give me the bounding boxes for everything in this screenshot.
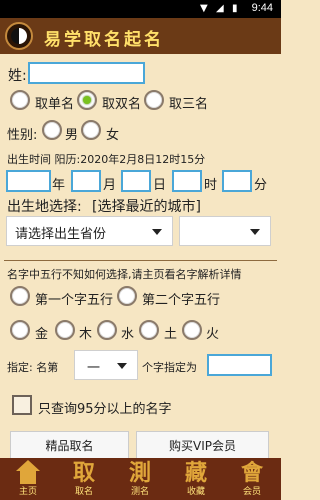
month-unit: 月 bbox=[103, 178, 117, 193]
chevron-down-icon bbox=[250, 229, 260, 235]
gender-label: 性别: bbox=[7, 128, 38, 143]
char-position-value: 一 bbox=[87, 361, 101, 376]
qu-glyph-icon: 取 bbox=[72, 460, 95, 486]
chevron-down-icon bbox=[152, 229, 162, 235]
province-select[interactable]: 请选择出生省份 bbox=[6, 216, 173, 246]
tab-test-name-label: 测名 bbox=[130, 487, 149, 497]
tab-test-name[interactable]: 測 测名 bbox=[112, 458, 168, 500]
radio-male[interactable] bbox=[42, 120, 62, 140]
surname-input[interactable] bbox=[28, 62, 145, 84]
tab-naming[interactable]: 取 取名 bbox=[56, 458, 112, 500]
wifi-icon: ▼ bbox=[200, 3, 208, 14]
tab-home-label: 主页 bbox=[18, 487, 37, 497]
year-unit: 年 bbox=[52, 178, 66, 193]
city-select[interactable] bbox=[179, 216, 271, 246]
label-double-name: 取双名 bbox=[102, 97, 142, 112]
home-icon bbox=[15, 460, 41, 486]
province-select-text: 请选择出生省份 bbox=[15, 227, 107, 242]
app-header: 易学取名起名 bbox=[0, 18, 281, 54]
label-female: 女 bbox=[106, 128, 120, 143]
radio-triple-name[interactable] bbox=[144, 90, 164, 110]
label-element-water: 水 bbox=[121, 327, 135, 342]
day-unit: 日 bbox=[153, 178, 167, 193]
recent-city-link[interactable]: [选择最近的城市] bbox=[92, 196, 201, 216]
bottom-tab-bar: 主页 取 取名 測 测名 藏 收藏 會 会员 bbox=[0, 458, 281, 500]
divider bbox=[4, 260, 277, 261]
specified-char-input[interactable] bbox=[207, 354, 272, 376]
app-title: 易学取名起名 bbox=[44, 30, 164, 50]
signal-icon: ◢ bbox=[216, 3, 224, 14]
radio-element-wood[interactable] bbox=[55, 320, 75, 340]
minute-unit: 分 bbox=[254, 178, 268, 193]
birthplace-label: 出生地选择: bbox=[7, 199, 82, 215]
only-95-label: 只查询95分以上的名字 bbox=[38, 402, 172, 417]
wuxing-hint: 名字中五行不知如何选择,请主页看名字解析详情 bbox=[7, 268, 242, 281]
month-input[interactable] bbox=[71, 170, 101, 192]
tab-naming-label: 取名 bbox=[74, 487, 93, 497]
only-95-checkbox[interactable] bbox=[12, 395, 32, 415]
char-position-select[interactable]: 一 bbox=[74, 350, 138, 380]
label-element-metal: 金 bbox=[35, 327, 49, 342]
label-triple-name: 取三名 bbox=[169, 97, 209, 112]
hour-unit: 时 bbox=[204, 178, 218, 193]
tab-favorites-label: 收藏 bbox=[186, 487, 205, 497]
label-single-name: 取单名 bbox=[35, 97, 75, 112]
radio-single-name[interactable] bbox=[10, 90, 30, 110]
tab-member-label: 会员 bbox=[242, 487, 261, 497]
tab-member[interactable]: 會 会员 bbox=[224, 458, 280, 500]
label-male: 男 bbox=[65, 128, 79, 143]
specify-label: 指定: 名第 bbox=[7, 361, 59, 374]
day-input[interactable] bbox=[121, 170, 151, 192]
premium-naming-button[interactable]: 精品取名 bbox=[10, 431, 129, 461]
battery-icon: ▮ bbox=[232, 3, 238, 14]
radio-element-fire[interactable] bbox=[182, 320, 202, 340]
buy-vip-button[interactable]: 购买VIP会员 bbox=[136, 431, 269, 461]
radio-first-char-wuxing[interactable] bbox=[10, 286, 30, 306]
label-element-earth: 土 bbox=[164, 327, 178, 342]
birth-time-text: 出生时间 阳历:2020年2月8日12时15分 bbox=[7, 153, 206, 166]
radio-female[interactable] bbox=[81, 120, 101, 140]
hour-input[interactable] bbox=[172, 170, 202, 192]
radio-element-water[interactable] bbox=[97, 320, 117, 340]
radio-double-name[interactable] bbox=[77, 90, 97, 110]
specify-suffix: 个字指定为 bbox=[142, 361, 197, 374]
label-element-wood: 木 bbox=[79, 327, 93, 342]
cang-glyph-icon: 藏 bbox=[184, 460, 207, 486]
main-form: 姓: 取单名 取双名 取三名 性别: 男 女 出生时间 阳历:2020年2月8日… bbox=[0, 54, 281, 461]
status-time: 9:44 bbox=[251, 2, 273, 14]
surname-label: 姓: bbox=[8, 68, 27, 84]
hui-glyph-icon: 會 bbox=[240, 460, 263, 486]
year-input[interactable] bbox=[6, 170, 51, 192]
label-first-char-wuxing: 第一个字五行 bbox=[35, 293, 114, 308]
yin-yang-logo-icon bbox=[5, 22, 33, 50]
minute-input[interactable] bbox=[222, 170, 252, 192]
ce-glyph-icon: 測 bbox=[128, 460, 151, 486]
chevron-down-icon bbox=[117, 363, 127, 369]
tab-favorites[interactable]: 藏 收藏 bbox=[168, 458, 224, 500]
radio-element-earth[interactable] bbox=[139, 320, 159, 340]
label-second-char-wuxing: 第二个字五行 bbox=[142, 293, 221, 308]
label-element-fire: 火 bbox=[206, 327, 220, 342]
tab-home[interactable]: 主页 bbox=[0, 458, 56, 500]
status-bar: ▼ ◢ ▮ 9:44 bbox=[0, 0, 281, 18]
radio-second-char-wuxing[interactable] bbox=[117, 286, 137, 306]
radio-element-metal[interactable] bbox=[10, 320, 30, 340]
